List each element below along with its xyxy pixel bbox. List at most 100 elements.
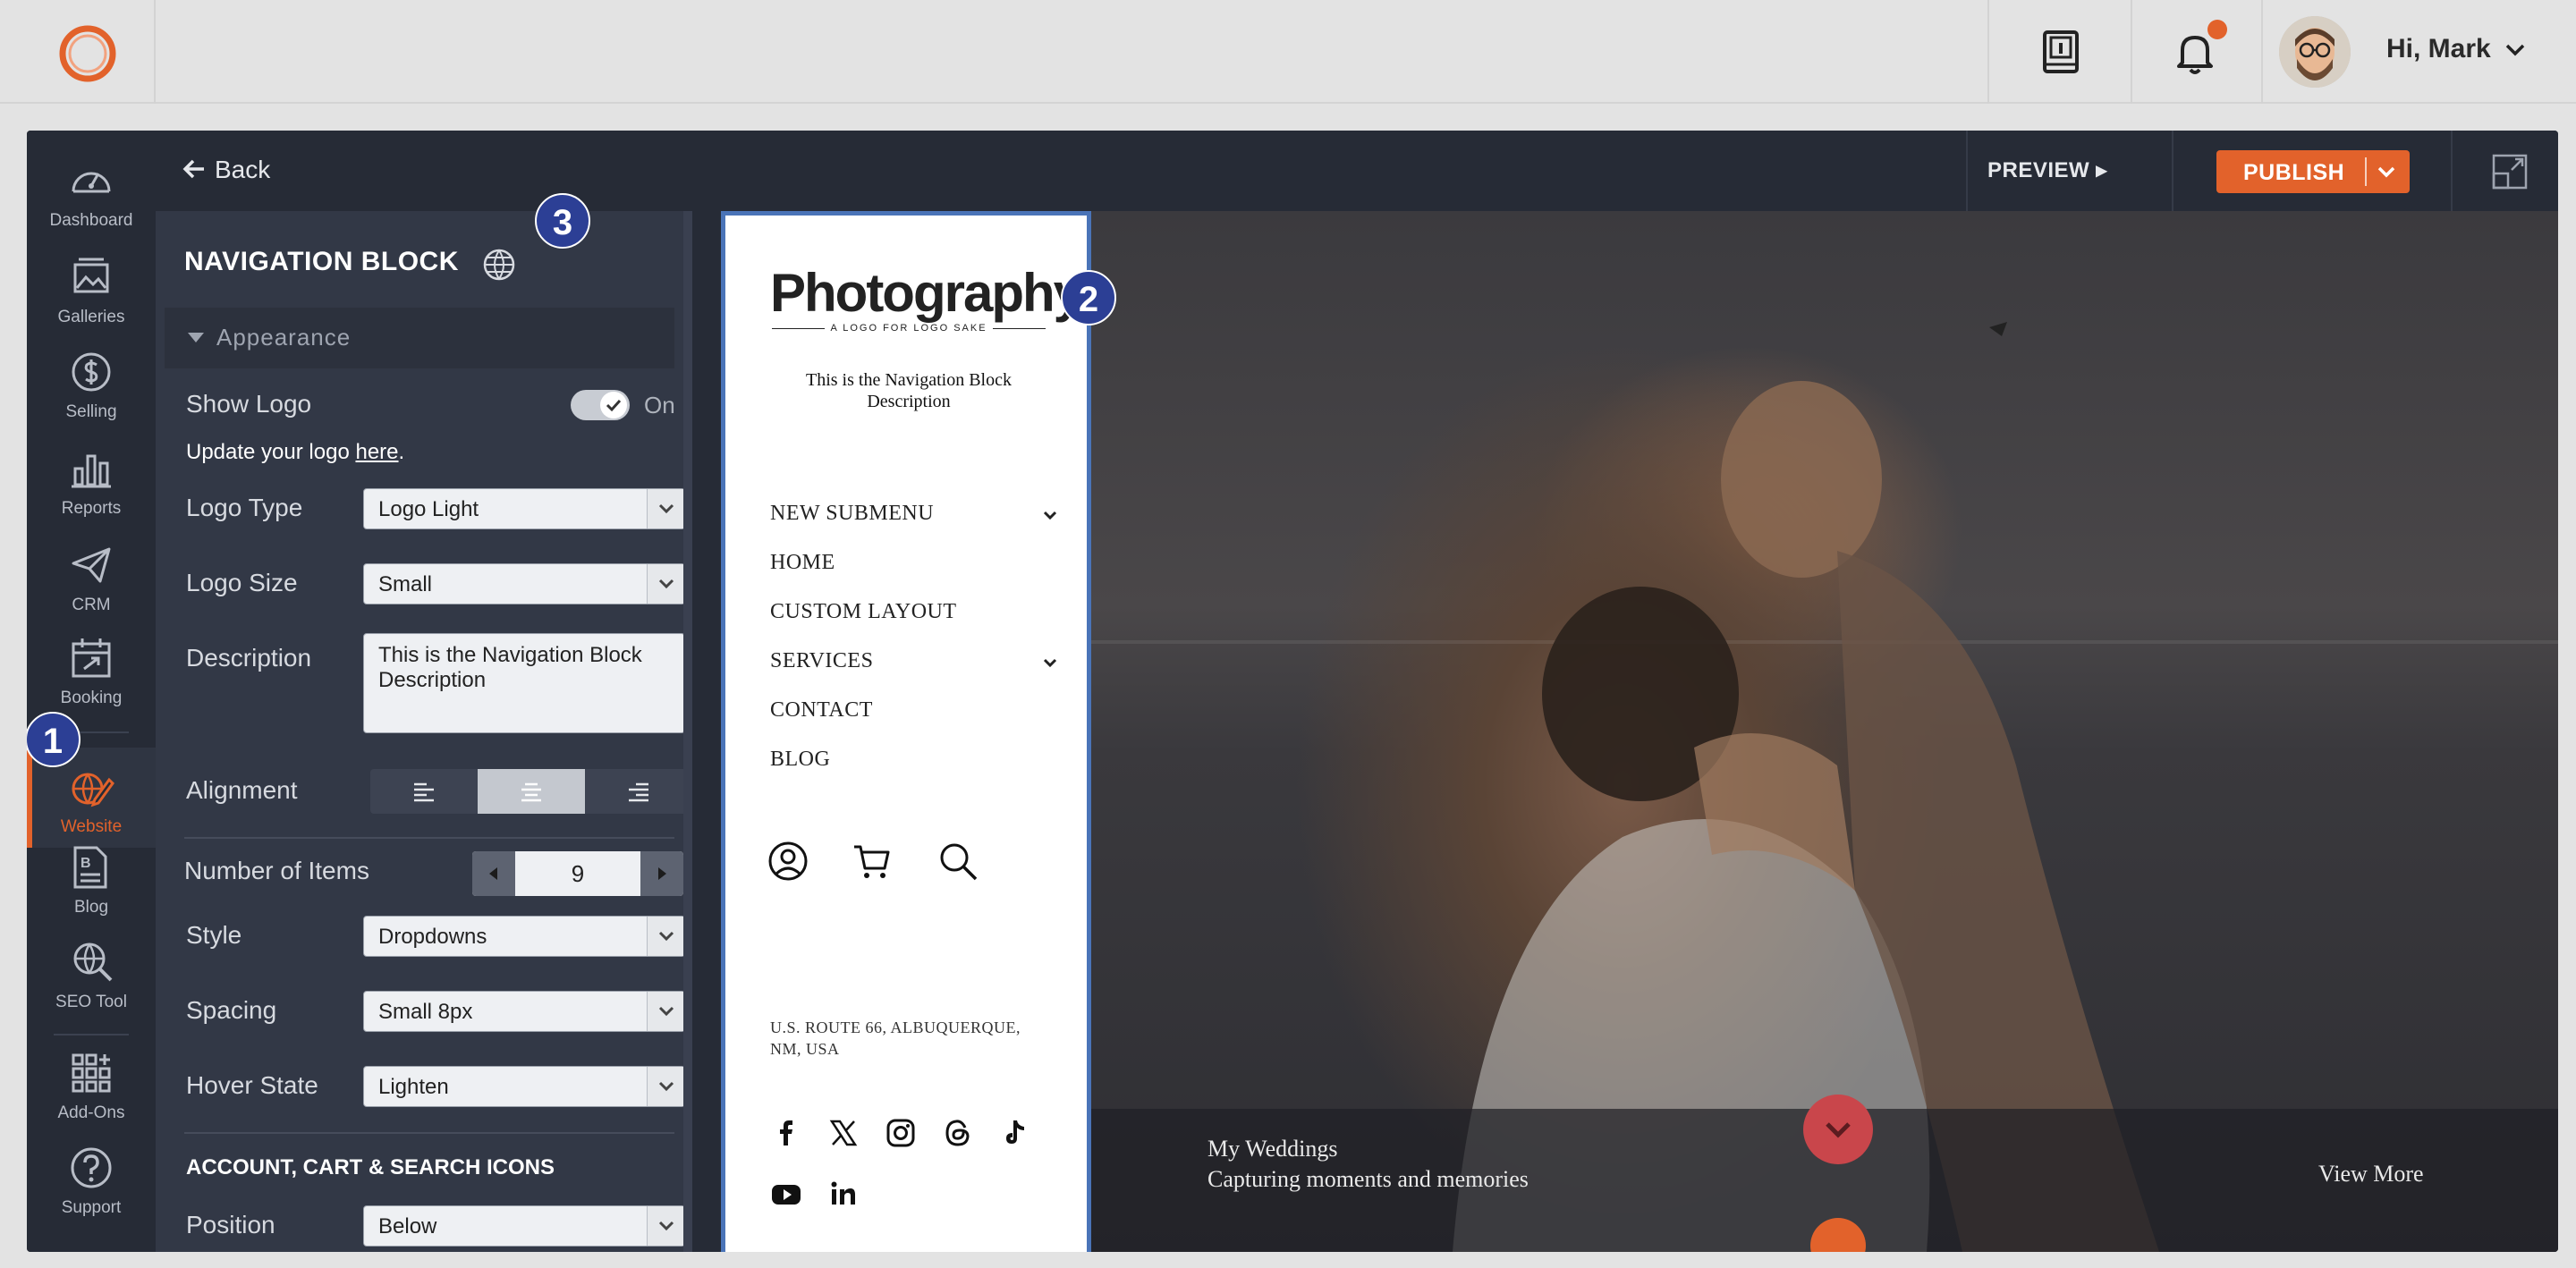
nav-item-booking[interactable]: Booking (27, 635, 156, 724)
expand-icon[interactable] (2490, 152, 2529, 191)
position-select[interactable]: Below (363, 1205, 683, 1247)
user-greeting[interactable]: Hi, Mark (2386, 34, 2491, 64)
description-label: Description (186, 644, 312, 672)
hover-state-select[interactable]: Lighten (363, 1066, 683, 1107)
navigation-block-preview[interactable]: Photography A LOGO FOR LOGO SAKE This is… (721, 211, 1091, 1252)
select-arrow (647, 992, 683, 1031)
nav-item-crm[interactable]: CRM (27, 542, 156, 631)
update-logo-link[interactable]: here (355, 440, 398, 464)
caret-left-icon (489, 867, 497, 880)
select-value: Small 8px (378, 1000, 473, 1024)
arrow-left-icon (182, 159, 204, 179)
show-logo-toggle[interactable] (571, 390, 630, 420)
select-arrow (647, 564, 683, 604)
search-icon[interactable] (936, 840, 979, 883)
nav-link-services[interactable]: SERVICES (770, 649, 873, 673)
chevron-down-icon[interactable] (2374, 159, 2399, 184)
logo-size-label: Logo Size (186, 569, 298, 596)
instagram-icon[interactable] (885, 1117, 917, 1149)
nav-label: Dashboard (49, 211, 133, 230)
select-value: Lighten (378, 1075, 449, 1099)
nav-link-blog[interactable]: BLOG (770, 748, 830, 772)
nav-item-galleries[interactable]: Galleries (27, 254, 156, 343)
step-marker-1: 1 (27, 712, 80, 767)
site-logo[interactable]: Photography (770, 262, 1083, 324)
spacing-select[interactable]: Small 8px (363, 991, 683, 1032)
guide-book-icon[interactable] (2036, 27, 2086, 77)
panel-header: Back (156, 131, 692, 211)
panel-title: NAVIGATION BLOCK (184, 247, 459, 276)
nav-item-dashboard[interactable]: Dashboard (27, 157, 156, 247)
view-more-link[interactable]: View More (2318, 1161, 2424, 1188)
avatar[interactable] (2279, 16, 2351, 88)
youtube-icon[interactable] (770, 1178, 802, 1210)
nav-label: Add-Ons (57, 1103, 125, 1122)
preview-button[interactable]: PREVIEW ▸ (1987, 157, 2107, 183)
nav-link-custom-layout[interactable]: CUSTOM LAYOUT (770, 600, 957, 624)
style-select[interactable]: Dropdowns (363, 916, 683, 957)
toggle-knob (600, 392, 627, 418)
logo-tagline-text: A LOGO FOR LOGO SAKE (825, 323, 993, 334)
chevron-down-icon (658, 931, 674, 942)
chevron-down-icon[interactable] (1040, 505, 1060, 525)
cart-icon[interactable] (851, 840, 894, 883)
align-left-button[interactable] (370, 769, 478, 814)
chevron-down-icon[interactable] (2503, 38, 2528, 63)
icons-section-title: ACCOUNT, CART & SEARCH ICONS (186, 1155, 555, 1179)
nav-link-new-submenu[interactable]: NEW SUBMENU (770, 502, 934, 526)
nav-item-support[interactable]: Support (27, 1145, 156, 1234)
logo-type-select[interactable]: Logo Light (363, 488, 683, 529)
appearance-section-toggle[interactable]: Appearance (165, 308, 674, 368)
description-textarea[interactable]: This is the Navigation Block Description (363, 633, 683, 733)
number-items-label: Number of Items (184, 857, 369, 884)
x-twitter-icon[interactable] (827, 1117, 860, 1149)
select-value: Logo Light (378, 497, 479, 521)
logo-tagline: A LOGO FOR LOGO SAKE (772, 323, 1046, 334)
hero-subtitle: Capturing moments and memories (1208, 1166, 1529, 1192)
logo-size-select[interactable]: Small (363, 563, 683, 604)
scroll-down-button[interactable] (1803, 1095, 1873, 1164)
publish-button[interactable]: PUBLISH (2216, 150, 2410, 193)
align-center-button[interactable] (478, 769, 585, 814)
grid-icon (72, 1053, 111, 1093)
editor-frame: Dashboard Galleries Selling Reports CRM … (27, 131, 2558, 1252)
align-right-button[interactable] (585, 769, 683, 814)
hero-image: My Weddings Capturing moments and memori… (1068, 211, 2558, 1252)
nav-label: Booking (60, 689, 123, 707)
decrement-button[interactable] (472, 851, 515, 896)
nav-link-home[interactable]: HOME (770, 551, 835, 575)
divider (184, 837, 674, 839)
globe-icon[interactable] (481, 247, 517, 283)
back-button[interactable]: Back (182, 156, 270, 184)
chevron-down-icon (1826, 1122, 1851, 1138)
increment-button[interactable] (640, 851, 683, 896)
position-label: Position (186, 1211, 275, 1238)
caret-down-icon (188, 333, 204, 342)
nav-item-seo-tool[interactable]: SEO Tool (27, 939, 156, 1028)
app-logo-icon[interactable] (57, 23, 118, 84)
divider (154, 0, 156, 104)
threads-icon[interactable] (942, 1117, 974, 1149)
linkedin-icon[interactable] (827, 1178, 860, 1210)
add-block-button[interactable] (1810, 1218, 1866, 1252)
nav-divider (54, 1034, 129, 1036)
number-items-value[interactable]: 9 (515, 860, 640, 888)
bar-chart-icon (72, 454, 111, 488)
style-label: Style (186, 921, 242, 949)
facebook-icon[interactable] (770, 1117, 802, 1149)
nav-label: Galleries (57, 308, 125, 326)
nav-link-contact[interactable]: CONTACT (770, 698, 873, 723)
nav-item-selling[interactable]: Selling (27, 349, 156, 438)
align-left-icon (414, 782, 434, 802)
tiktok-icon[interactable] (999, 1117, 1031, 1149)
preview-header: PREVIEW ▸ PUBLISH (692, 131, 2558, 211)
divider (2451, 131, 2453, 211)
nav-item-add-ons[interactable]: Add-Ons (27, 1050, 156, 1139)
account-icon[interactable] (767, 840, 809, 883)
nav-item-blog[interactable]: B Blog (27, 844, 156, 934)
step-marker-3: 3 (535, 193, 590, 249)
show-logo-state: On (644, 392, 675, 418)
nav-item-reports[interactable]: Reports (27, 445, 156, 535)
chevron-down-icon[interactable] (1040, 653, 1060, 672)
divider (1987, 0, 1989, 104)
